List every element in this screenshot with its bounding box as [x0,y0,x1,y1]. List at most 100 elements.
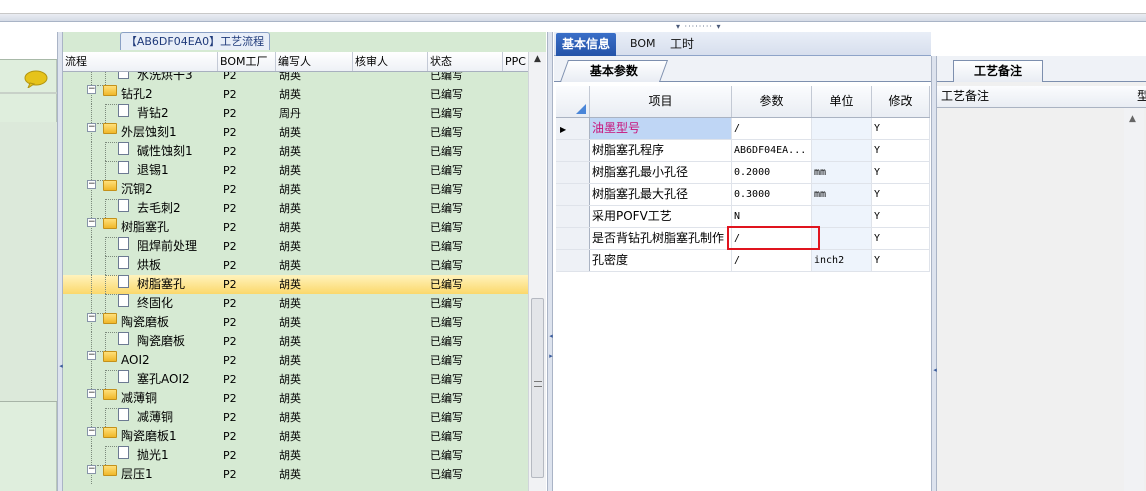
modify-cell[interactable]: Y [872,184,930,205]
splitter-grip-icon[interactable]: ▾ ········ ▾ [676,22,740,31]
modify-cell[interactable]: Y [872,228,930,249]
tab-bom[interactable]: BOM [624,33,662,56]
remark-col-extra[interactable]: 型 [1137,86,1146,107]
param-cell[interactable]: / [732,118,812,139]
tree-row[interactable]: − 沉铜2 P2 胡英 已编写 [63,180,528,199]
tree-row[interactable]: 塞孔AOI2 P2 胡英 已编写 [63,370,528,389]
scroll-up-icon[interactable]: ▲ [1129,114,1136,124]
param-cell[interactable]: 0.3000 [732,184,812,205]
tree-row[interactable]: 陶瓷磨板 P2 胡英 已编写 [63,332,528,351]
col-status[interactable]: 状态 [428,52,503,71]
row-indicator[interactable] [556,206,590,227]
modify-cell[interactable]: Y [872,250,930,271]
tree-row[interactable]: 退锡1 P2 胡英 已编写 [63,161,528,180]
param-row[interactable]: 孔密度 / inch2 Y [556,250,930,272]
remark-scrollbar[interactable]: ▲ [1124,108,1144,491]
remark-col-label[interactable]: 工艺备注 [941,86,989,107]
col-reviewer[interactable]: 核审人 [353,52,428,71]
tree-expand-icon[interactable]: − [87,218,96,227]
row-indicator[interactable]: ▶ [556,118,590,139]
unit-cell[interactable] [812,118,872,139]
param-row[interactable]: 树脂塞孔最大孔径 0.3000 mm Y [556,184,930,206]
tree-node-label: 层压1 [121,467,153,481]
col-writer[interactable]: 编写人 [276,52,353,71]
param-row[interactable]: 采用POFV工艺 N Y [556,206,930,228]
unit-cell[interactable]: inch2 [812,250,872,271]
item-cell[interactable]: 树脂塞孔最小孔径 [590,162,732,183]
tree-row[interactable]: 碱性蚀刻1 P2 胡英 已编写 [63,142,528,161]
col-param[interactable]: 参数 [732,86,812,117]
item-cell[interactable]: 树脂塞孔程序 [590,140,732,161]
row-indicator[interactable] [556,162,590,183]
tree-expand-icon[interactable]: − [87,351,96,360]
item-cell[interactable]: 采用POFV工艺 [590,206,732,227]
tree-row[interactable]: 去毛刺2 P2 胡英 已编写 [63,199,528,218]
item-cell[interactable]: 孔密度 [590,250,732,271]
tree-row[interactable]: − AOI2 P2 胡英 已编写 [63,351,528,370]
tree-expand-icon[interactable]: − [87,180,96,189]
modify-cell[interactable]: Y [872,118,930,139]
tree-row[interactable]: − 树脂塞孔 P2 胡英 已编写 [63,218,528,237]
tree-row[interactable]: 烘板 P2 胡英 已编写 [63,256,528,275]
tree-row[interactable]: − 层压1 P2 胡英 已编写 [63,465,528,484]
tree-row[interactable]: − 减薄铜 P2 胡英 已编写 [63,389,528,408]
tree-row[interactable]: 减薄铜 P2 胡英 已编写 [63,408,528,427]
row-indicator[interactable] [556,184,590,205]
col-modify[interactable]: 修改 [872,86,930,117]
modify-cell[interactable]: Y [872,140,930,161]
param-cell[interactable]: 0.2000 [732,162,812,183]
tree-row[interactable]: 背钻2 P2 周丹 已编写 [63,104,528,123]
item-cell[interactable]: 油墨型号 [590,118,732,139]
document-icon [118,408,129,421]
tree-row[interactable]: − 陶瓷磨板 P2 胡英 已编写 [63,313,528,332]
middle-splitter[interactable]: ◂ ▸ [547,32,553,491]
param-cell[interactable]: N [732,206,812,227]
tree-row[interactable]: 树脂塞孔 P2 胡英 已编写 [63,275,528,294]
tree-row[interactable]: − 外层蚀刻1 P2 胡英 已编写 [63,123,528,142]
scroll-up-icon[interactable]: ▲ [529,54,546,68]
tab-process-remark[interactable]: 工艺备注 [953,60,1043,82]
unit-cell[interactable] [812,206,872,227]
modify-cell[interactable]: Y [872,206,930,227]
scroll-thumb[interactable] [531,298,544,478]
current-row-arrow-icon: ▶ [560,125,567,134]
tree-expand-icon[interactable]: − [87,313,96,322]
param-cell[interactable]: / [732,250,812,271]
col-bom[interactable]: BOM工厂 [218,52,276,71]
row-indicator[interactable] [556,228,590,249]
param-row[interactable]: 树脂塞孔最小孔径 0.2000 mm Y [556,162,930,184]
item-cell[interactable]: 树脂塞孔最大孔径 [590,184,732,205]
tree-row[interactable]: 水洗烘干3 P2 胡英 已编写 [63,72,528,85]
row-indicator[interactable] [556,250,590,271]
tab-work-hours[interactable]: 工时 [664,33,700,56]
item-cell[interactable]: 是否背钻孔树脂塞孔制作 [590,228,732,249]
unit-cell[interactable] [812,228,872,249]
tree-expand-icon[interactable]: − [87,389,96,398]
tree-expand-icon[interactable]: − [87,427,96,436]
modify-cell[interactable]: Y [872,162,930,183]
unit-cell[interactable] [812,140,872,161]
chat-bubble-icon[interactable] [24,70,48,88]
col-flow[interactable]: 流程 [63,52,218,71]
param-cell[interactable]: AB6DF04EA... [732,140,812,161]
col-unit[interactable]: 单位 [812,86,872,117]
tree-row[interactable]: 阻焊前处理 P2 胡英 已编写 [63,237,528,256]
col-item[interactable]: 项目 [590,86,732,117]
tree-expand-icon[interactable]: − [87,85,96,94]
unit-cell[interactable]: mm [812,184,872,205]
tree-scrollbar[interactable]: ▲ [528,52,546,491]
param-row[interactable]: 树脂塞孔程序 AB6DF04EA... Y [556,140,930,162]
writer-cell: 胡英 [279,259,301,272]
tab-basic-info[interactable]: 基本信息 [556,33,617,56]
tree-row[interactable]: − 钻孔2 P2 胡英 已编写 [63,85,528,104]
param-row[interactable]: ▶ 油墨型号 / Y [556,118,930,140]
unit-cell[interactable]: mm [812,162,872,183]
tree-expand-icon[interactable]: − [87,465,96,474]
row-indicator[interactable] [556,140,590,161]
writer-cell: 胡英 [279,354,301,367]
tree-expand-icon[interactable]: − [87,123,96,132]
tab-basic-params[interactable]: 基本参数 [559,60,669,82]
tree-row[interactable]: 终固化 P2 胡英 已编写 [63,294,528,313]
tree-row[interactable]: 抛光1 P2 胡英 已编写 [63,446,528,465]
tree-row[interactable]: − 陶瓷磨板1 P2 胡英 已编写 [63,427,528,446]
